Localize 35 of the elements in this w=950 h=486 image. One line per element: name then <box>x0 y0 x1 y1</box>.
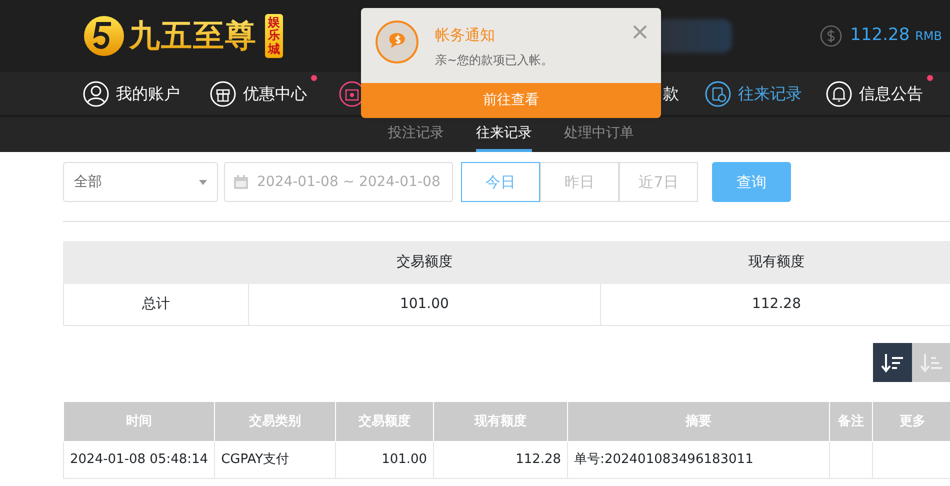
sub-tab[interactable]: 处理中订单 <box>564 117 634 152</box>
logo-emblem-icon <box>83 15 125 57</box>
user-icon <box>83 80 109 106</box>
sort-icon <box>880 352 904 372</box>
column-header: 现有额度 <box>600 242 950 284</box>
date-range-field[interactable]: 2024-01-08 ~ 2024-01-08 <box>224 162 453 202</box>
sort-icon <box>920 352 944 372</box>
type-select[interactable]: 全部 <box>63 162 218 202</box>
notification-message: 亲~您的款项已入帐。 <box>435 52 554 68</box>
view-button[interactable]: 前往查看 <box>361 83 661 118</box>
notification-title: 帐务通知 <box>435 25 496 46</box>
table-cell: 单号:202401083496183011 <box>568 442 830 478</box>
nav-tab[interactable]: 信息公告 <box>826 80 923 106</box>
bell-icon <box>826 80 852 106</box>
logo-badge: 娱乐城 <box>265 14 283 58</box>
nav-tab[interactable]: 我的账户 <box>83 80 180 106</box>
table-cell: 101.00 <box>336 442 434 478</box>
sort-button[interactable] <box>873 343 912 382</box>
calendar-icon <box>233 174 249 190</box>
sub-tab[interactable]: 投注记录 <box>388 117 444 152</box>
dollar-icon <box>820 25 842 47</box>
table-cell: 2024-01-08 05:48:14 <box>64 442 215 478</box>
gift-icon <box>210 80 236 106</box>
balance-amount: 112.28 RMB <box>850 24 942 48</box>
nav-tab[interactable]: 款 <box>663 82 679 106</box>
nav-tab[interactable]: 优惠中心 <box>210 80 307 106</box>
table-cell: 101.00 <box>248 284 600 326</box>
table-cell: CGPAY支付 <box>214 442 336 478</box>
nav-tab[interactable]: 往来记录 <box>705 80 802 106</box>
table-cell: 112.28 <box>434 442 568 478</box>
speech-coin-icon <box>375 20 419 64</box>
caret-icon <box>199 180 207 184</box>
column-header: 交易额度 <box>248 242 600 284</box>
table-cell: 总计 <box>64 284 248 326</box>
clipboard-clock-icon <box>705 80 731 106</box>
